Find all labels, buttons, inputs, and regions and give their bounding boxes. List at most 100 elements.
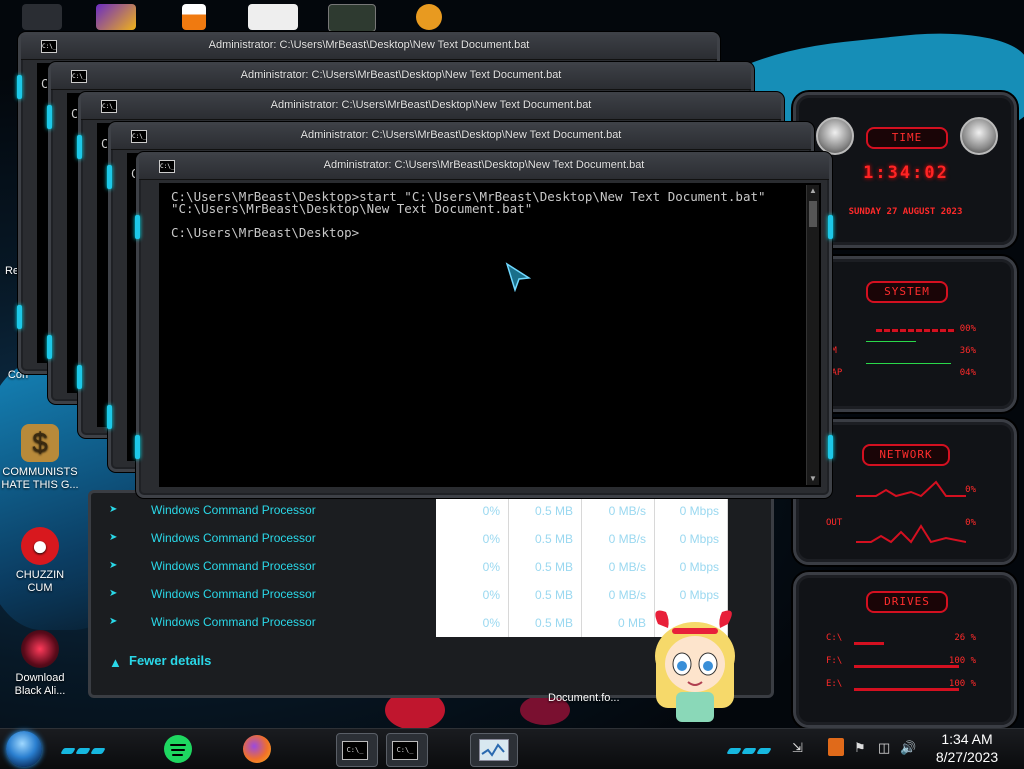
disk-cell: 0 MB/s bbox=[582, 525, 655, 553]
expand-chevron-icon[interactable]: ➤ bbox=[109, 504, 117, 515]
table-row[interactable]: ➤ Windows Command Processor 0% 0.5 MB 0 … bbox=[101, 525, 728, 553]
alien-cursor-icon bbox=[505, 262, 531, 292]
cpu-cell: 0% bbox=[436, 581, 509, 609]
desktop-icon-label: CHUZZIN CUM bbox=[15, 569, 65, 594]
frame-accent bbox=[107, 405, 112, 429]
console-output: C:\Users\MrBeast\Desktop>start "C:\Users… bbox=[171, 190, 766, 240]
window-title: Administrator: C:\Users\MrBeast\Desktop\… bbox=[270, 99, 592, 111]
process-list: ➤ Windows Command Processor 0% 0.5 MB 0 … bbox=[101, 497, 728, 637]
taskbar-clock[interactable]: 1:34 AM 8/27/2023 bbox=[932, 730, 1002, 766]
memory-cell: 0.5 MB bbox=[509, 609, 582, 637]
rm-swap-bar bbox=[866, 363, 951, 364]
table-row[interactable]: ➤ Windows Command Processor 0% 0.5 MB 0 … bbox=[101, 581, 728, 609]
rm-system-title: SYSTEM bbox=[866, 281, 948, 303]
console-prompt: C:\Users\MrBeast\Desktop> bbox=[171, 225, 360, 240]
alien-head-icon bbox=[816, 117, 854, 155]
expand-chevron-icon[interactable]: ➤ bbox=[109, 532, 117, 543]
expand-chevron-icon[interactable]: ➤ bbox=[109, 560, 117, 571]
table-row[interactable]: ➤ Windows Command Processor 0% 0.5 MB 0 … bbox=[101, 609, 728, 637]
tray-network-icon[interactable]: ◫ bbox=[878, 740, 890, 756]
taskbar-cmd-button[interactable]: C:\_ bbox=[386, 733, 428, 767]
disk-cell: 0 MB/s bbox=[582, 497, 655, 525]
desktop-icon-top[interactable] bbox=[328, 4, 376, 32]
process-name: Windows Command Processor bbox=[151, 615, 316, 629]
tray-volume-icon[interactable]: 🔊 bbox=[900, 740, 916, 756]
process-name: Windows Command Processor bbox=[151, 559, 316, 573]
memory-cell: 0.5 MB bbox=[509, 553, 582, 581]
window-title: Administrator: C:\Users\MrBeast\Desktop\… bbox=[208, 39, 530, 51]
rm-clock: 1:34:02 bbox=[863, 163, 949, 183]
rm-net-in-row: N0% bbox=[826, 485, 976, 495]
network-cell: 0 Mbps bbox=[655, 497, 728, 525]
tray-chevron-icon[interactable]: ⇲ bbox=[792, 740, 803, 756]
window-titlebar[interactable]: C:\_ Administrator: C:\Users\MrBeast\Desk… bbox=[81, 95, 781, 120]
tray-flag-icon[interactable]: ⚑ bbox=[854, 740, 866, 756]
spotify-icon bbox=[164, 735, 192, 763]
rm-drive-e-bar bbox=[854, 688, 959, 691]
desktop-icon-communists[interactable]: $ COMMUNISTS HATE THIS G... bbox=[0, 424, 80, 492]
expand-chevron-icon[interactable]: ➤ bbox=[109, 616, 117, 627]
taskbar-firefox-button[interactable] bbox=[240, 733, 274, 765]
taskbar-task-manager-button[interactable] bbox=[470, 733, 518, 767]
fewer-details-button[interactable]: ▲ Fewer details bbox=[109, 653, 211, 670]
frame-accent bbox=[47, 335, 52, 359]
frame-accent bbox=[17, 75, 22, 99]
desktop-icon-top[interactable] bbox=[22, 4, 62, 30]
clock-date: 8/27/2023 bbox=[935, 749, 999, 765]
window-titlebar[interactable]: C:\_ Administrator: C:\Users\MrBeast\Desk… bbox=[51, 65, 751, 90]
vertical-scrollbar[interactable]: ▲ ▼ bbox=[806, 185, 819, 485]
vlc-icon[interactable] bbox=[182, 4, 206, 30]
desktop-icon-label-document[interactable]: Document.fo... bbox=[548, 692, 620, 704]
window-titlebar[interactable]: C:\_ Administrator: C:\Users\MrBeast\Desk… bbox=[139, 155, 829, 180]
cpu-cell: 0% bbox=[436, 553, 509, 581]
scrollbar-thumb[interactable] bbox=[809, 201, 817, 227]
process-name: Windows Command Processor bbox=[151, 531, 316, 545]
console-screen[interactable]: C:\Users\MrBeast\Desktop>start "C:\Users… bbox=[159, 183, 821, 487]
memory-cell: 0.5 MB bbox=[509, 581, 582, 609]
frame-accent bbox=[135, 435, 140, 459]
window-title: Administrator: C:\Users\MrBeast\Desktop\… bbox=[240, 69, 562, 81]
scroll-up-arrow-icon[interactable]: ▲ bbox=[807, 185, 819, 197]
red-chuzzle-icon: ● bbox=[21, 527, 59, 565]
rm-time-title: TIME bbox=[866, 127, 948, 149]
memory-cell: 0.5 MB bbox=[509, 525, 582, 553]
taskbar-spotify-button[interactable] bbox=[160, 733, 194, 765]
rm-drive-f-bar bbox=[854, 665, 959, 668]
rm-net-out-row: OUT 0% bbox=[826, 518, 976, 528]
start-button[interactable] bbox=[6, 731, 42, 767]
table-row[interactable]: ➤ Windows Command Processor 0% 0.5 MB 0 … bbox=[101, 497, 728, 525]
rm-drives-widget: DRIVES C:\ 26 % F:\ 100 % E:\ 100 % bbox=[793, 572, 1017, 728]
rm-ram-row: AM36% bbox=[826, 346, 976, 356]
scroll-down-arrow-icon[interactable]: ▼ bbox=[807, 473, 819, 485]
taskbar: C:\_ C:\_ ⇲ ⚑ ◫ 🔊 1:34 AM 8/27/2023 bbox=[0, 728, 1024, 769]
system-tray: ⇲ ⚑ ◫ 🔊 1:34 AM 8/27/2023 bbox=[784, 729, 1024, 769]
desktop-icon-blackali[interactable]: Download Black Ali... bbox=[0, 630, 80, 698]
frame-accent bbox=[107, 165, 112, 189]
expand-chevron-icon[interactable]: ➤ bbox=[109, 588, 117, 599]
desktop-icon-top[interactable] bbox=[96, 4, 136, 30]
table-row[interactable]: ➤ Windows Command Processor 0% 0.5 MB 0 … bbox=[101, 553, 728, 581]
money-bag-icon: $ bbox=[21, 424, 59, 462]
rm-drive-c-bar bbox=[854, 642, 884, 645]
desktop-icon-top[interactable] bbox=[248, 4, 298, 30]
window-titlebar[interactable]: C:\_ Administrator: C:\Users\MrBeast\Desk… bbox=[21, 35, 717, 60]
process-name: Windows Command Processor bbox=[151, 503, 316, 517]
desktop-icon-top[interactable] bbox=[416, 4, 442, 30]
star-butterfly-sticker bbox=[655, 610, 735, 722]
frame-accent bbox=[77, 135, 82, 159]
desktop-icon-label: COMMUNISTS HATE THIS G... bbox=[1, 466, 79, 491]
tray-java-icon[interactable] bbox=[828, 738, 844, 756]
cpu-cell: 0% bbox=[436, 609, 509, 637]
rm-drive-c-row: C:\ 26 % bbox=[826, 633, 976, 643]
desktop-icon-chuzzin[interactable]: ● CHUZZIN CUM bbox=[0, 527, 80, 595]
cpu-cell: 0% bbox=[436, 525, 509, 553]
frame-accent bbox=[135, 215, 140, 239]
frame-accent bbox=[77, 365, 82, 389]
alien-head-icon bbox=[960, 117, 998, 155]
window-titlebar[interactable]: C:\_ Administrator: C:\Users\MrBeast\Desk… bbox=[111, 125, 811, 150]
taskbar-cmd-button[interactable]: C:\_ bbox=[336, 733, 378, 767]
cmd-window-active[interactable]: C:\_ Administrator: C:\Users\MrBeast\Desk… bbox=[135, 152, 833, 498]
taskbar-accent bbox=[60, 741, 107, 754]
frame-accent bbox=[828, 215, 833, 239]
clock-time: 1:34 AM bbox=[941, 731, 993, 747]
